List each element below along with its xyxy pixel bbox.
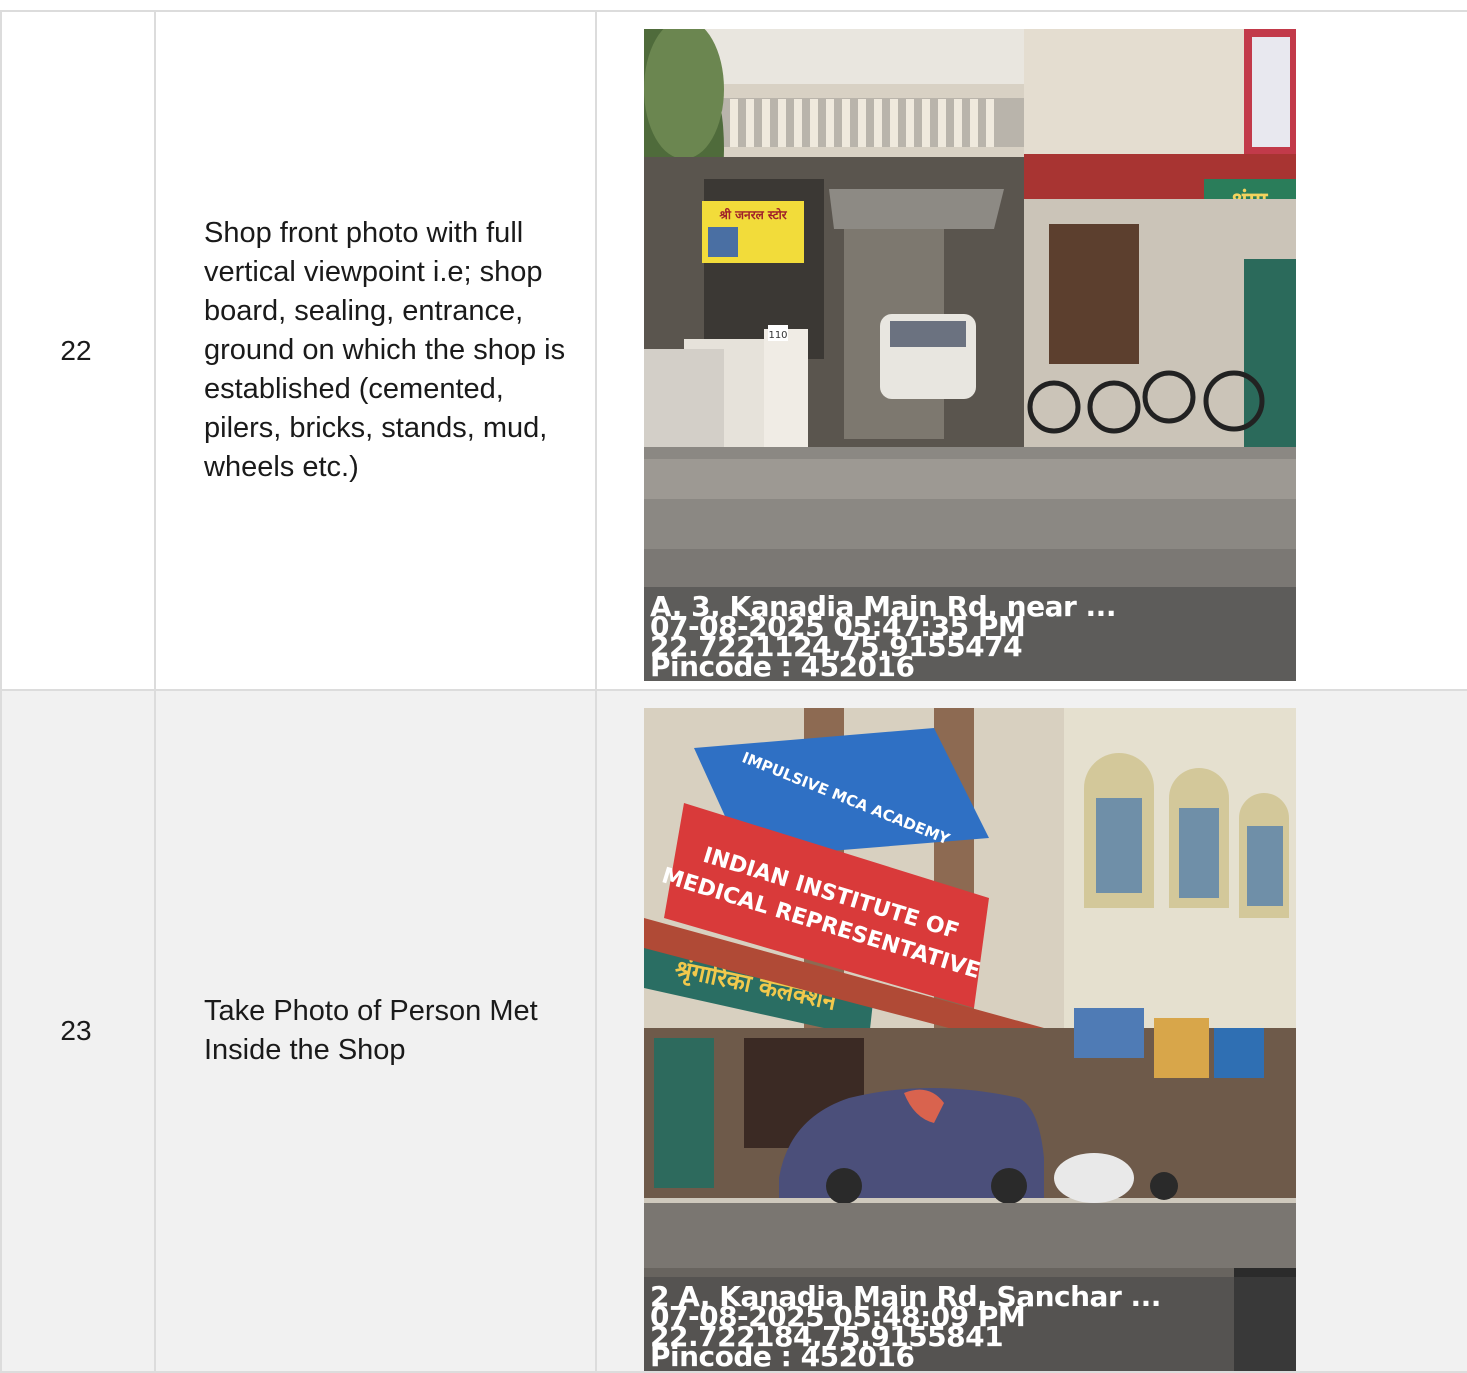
row-photo-cell: श्री जनरल स्टोर 110 A, 3, Kanadia Main R… [597,12,1467,689]
row-number-cell: 23 [0,691,156,1371]
photo-geotag-overlay: A, 3, Kanadia Main Rd, near ... 07-08-20… [644,587,1296,681]
row-description: Take Photo of Person Met Inside the Shop [204,995,538,1066]
row-number: 23 [60,1015,92,1046]
photo-geotag-overlay: 2 A, Kanadia Main Rd, Sanchar ... 07-08-… [644,1277,1296,1371]
table-row: 23 Take Photo of Person Met Inside the S… [0,691,1467,1373]
row-description: Shop front photo with full vertical view… [204,217,566,483]
inspection-table: 22 Shop front photo with full vertical v… [0,10,1467,1373]
row-photo-cell: IMPULSIVE MCA ACADEMY INDIAN INSTITUTE O… [597,691,1467,1371]
row-description-cell: Shop front photo with full vertical view… [156,12,597,689]
shop-front-image: श्री जनरल स्टोर 110 [644,29,1296,681]
row-number: 22 [60,334,92,366]
street-view-image: IMPULSIVE MCA ACADEMY INDIAN INSTITUTE O… [644,708,1296,1371]
shop-front-photo: श्री जनरल स्टोर 110 A, 3, Kanadia Main R… [644,29,1296,681]
table-row: 22 Shop front photo with full vertical v… [0,12,1467,691]
svg-text:श्री जनरल स्टोर: श्री जनरल स्टोर [718,208,787,222]
person-met-photo: IMPULSIVE MCA ACADEMY INDIAN INSTITUTE O… [644,708,1296,1371]
row-number-cell: 22 [0,12,156,689]
row-description-cell: Take Photo of Person Met Inside the Shop [156,691,597,1371]
svg-text:110: 110 [768,330,787,341]
